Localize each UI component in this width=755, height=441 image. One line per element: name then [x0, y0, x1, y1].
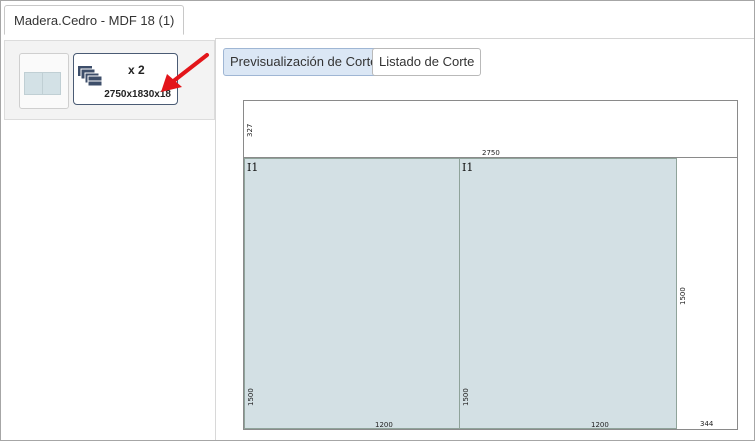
preview-button[interactable]: Previsualización de Corte [223, 48, 385, 76]
window-frame: Madera.Cedro - MDF 18 (1) x 2 2750x1830x… [0, 0, 755, 441]
piece-height-label: 1500 [462, 388, 470, 406]
sheet-width-label: 2750 [482, 149, 500, 157]
thumbnail-piece [24, 72, 43, 95]
sheet-quantity: x 2 [128, 63, 145, 77]
top-strip-height-label: 327 [246, 123, 254, 137]
stacked-sheets-icon [78, 66, 103, 87]
red-arrow-annotation [161, 53, 209, 92]
thumbnail-piece [42, 72, 61, 95]
tab-material-board[interactable]: Madera.Cedro - MDF 18 (1) [4, 5, 185, 35]
piece-width-label: 1200 [375, 421, 393, 429]
piece-height-label: 1500 [247, 388, 255, 406]
sheet-sidebar: x 2 2750x1830x18 [1, 38, 216, 440]
tab-strip: Madera.Cedro - MDF 18 (1) [1, 1, 754, 39]
piece-label: I1 [462, 161, 474, 174]
cut-layout-canvas: 327 2750 I1 1500 1200 I1 1500 1200 1500 … [243, 100, 738, 430]
cut-piece[interactable]: I1 1500 1200 [459, 158, 677, 429]
cut-list-button[interactable]: Listado de Corte [372, 48, 482, 76]
piece-label: I1 [247, 161, 259, 174]
cut-piece[interactable]: I1 1500 1200 [244, 158, 460, 429]
piece-width-label: 1200 [591, 421, 609, 429]
sheet-thumbnail[interactable] [19, 53, 69, 109]
remainder-height-label: 1500 [679, 287, 687, 305]
remainder-width-label: 344 [700, 420, 714, 428]
sheet-list: x 2 2750x1830x18 [4, 40, 215, 120]
